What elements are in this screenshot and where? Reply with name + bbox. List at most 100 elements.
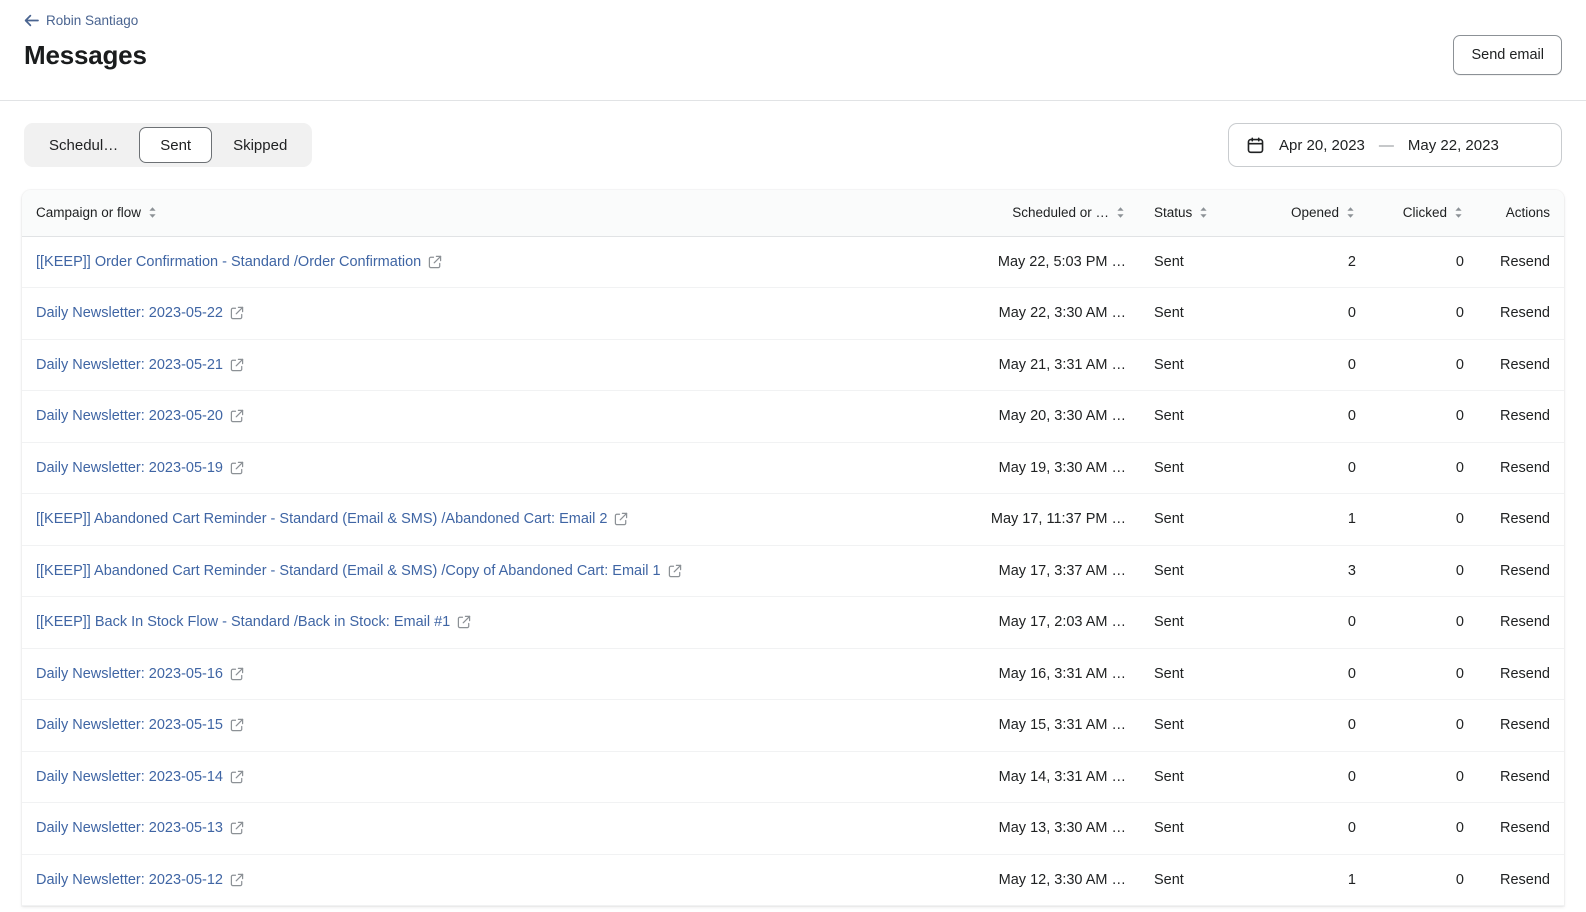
- column-header-scheduled[interactable]: Scheduled or …: [940, 190, 1140, 237]
- campaign-link[interactable]: [[KEEP]] Order Confirmation - Standard /…: [36, 254, 421, 270]
- resend-button[interactable]: Resend: [1500, 769, 1550, 785]
- resend-button[interactable]: Resend: [1500, 717, 1550, 733]
- column-header-scheduled-label: Scheduled or …: [1012, 205, 1109, 221]
- tab-scheduled[interactable]: Schedul…: [28, 127, 139, 163]
- resend-button[interactable]: Resend: [1500, 357, 1550, 373]
- table-row: [[KEEP]] Order Confirmation - Standard /…: [22, 236, 1564, 288]
- cell-clicked: 0: [1370, 596, 1478, 649]
- resend-button[interactable]: Resend: [1500, 820, 1550, 836]
- column-header-status[interactable]: Status: [1140, 190, 1260, 237]
- external-link-icon[interactable]: [230, 821, 244, 835]
- cell-opened: 0: [1260, 596, 1370, 649]
- cell-campaign: [[KEEP]] Back In Stock Flow - Standard /…: [22, 596, 940, 649]
- sort-chevrons-icon: [1453, 205, 1464, 220]
- external-link-icon[interactable]: [230, 358, 244, 372]
- external-link-icon[interactable]: [230, 461, 244, 475]
- external-link-icon[interactable]: [230, 718, 244, 732]
- resend-button[interactable]: Resend: [1500, 563, 1550, 579]
- cell-opened: 0: [1260, 390, 1370, 443]
- cell-scheduled: May 13, 3:30 AM …: [940, 802, 1140, 855]
- table-row: Daily Newsletter: 2023-05-19 May 19, 3:30…: [22, 442, 1564, 494]
- column-header-clicked[interactable]: Clicked: [1370, 190, 1478, 237]
- date-range-end: May 22, 2023: [1407, 136, 1499, 154]
- cell-actions: Resend: [1478, 596, 1564, 649]
- campaign-link[interactable]: Daily Newsletter: 2023-05-12: [36, 872, 223, 888]
- campaign-link[interactable]: [[KEEP]] Abandoned Cart Reminder - Stand…: [36, 511, 607, 527]
- cell-status: Sent: [1140, 236, 1260, 288]
- campaign-link[interactable]: Daily Newsletter: 2023-05-20: [36, 408, 223, 424]
- resend-button[interactable]: Resend: [1500, 254, 1550, 270]
- external-link-icon[interactable]: [457, 615, 471, 629]
- date-range-start: Apr 20, 2023: [1279, 136, 1365, 154]
- campaign-link[interactable]: [[KEEP]] Back In Stock Flow - Standard /…: [36, 614, 450, 630]
- resend-button[interactable]: Resend: [1500, 666, 1550, 682]
- resend-button[interactable]: Resend: [1500, 614, 1550, 630]
- resend-button[interactable]: Resend: [1500, 408, 1550, 424]
- cell-campaign: Daily Newsletter: 2023-05-16: [22, 648, 940, 700]
- external-link-icon[interactable]: [230, 667, 244, 681]
- sort-chevrons-icon: [1115, 205, 1126, 220]
- resend-button[interactable]: Resend: [1500, 460, 1550, 476]
- cell-campaign: [[KEEP]] Abandoned Cart Reminder - Stand…: [22, 545, 940, 597]
- external-link-icon[interactable]: [428, 255, 442, 269]
- cell-clicked: 0: [1370, 287, 1478, 340]
- table-row: Daily Newsletter: 2023-05-12 May 12, 3:30…: [22, 854, 1564, 906]
- column-header-clicked-label: Clicked: [1402, 205, 1447, 221]
- campaign-link[interactable]: Daily Newsletter: 2023-05-16: [36, 666, 223, 682]
- status-tab-group: Schedul… Sent Skipped: [24, 123, 313, 167]
- tab-skipped[interactable]: Skipped: [212, 127, 308, 163]
- table-row: Daily Newsletter: 2023-05-22 May 22, 3:30…: [22, 287, 1564, 340]
- cell-status: Sent: [1140, 596, 1260, 649]
- send-email-button[interactable]: Send email: [1453, 35, 1562, 75]
- resend-button[interactable]: Resend: [1500, 305, 1550, 321]
- table-row: Daily Newsletter: 2023-05-13 May 13, 3:30…: [22, 802, 1564, 855]
- cell-status: Sent: [1140, 751, 1260, 803]
- cell-scheduled: May 17, 11:37 PM …: [940, 493, 1140, 546]
- campaign-link[interactable]: Daily Newsletter: 2023-05-21: [36, 357, 223, 373]
- cell-opened: 3: [1260, 545, 1370, 597]
- resend-button[interactable]: Resend: [1500, 511, 1550, 527]
- cell-campaign: Daily Newsletter: 2023-05-20: [22, 390, 940, 443]
- external-link-icon[interactable]: [614, 512, 628, 526]
- cell-status: Sent: [1140, 442, 1260, 494]
- cell-scheduled: May 14, 3:31 AM …: [940, 751, 1140, 803]
- campaign-link[interactable]: Daily Newsletter: 2023-05-22: [36, 305, 223, 321]
- external-link-icon[interactable]: [230, 306, 244, 320]
- external-link-icon[interactable]: [668, 564, 682, 578]
- cell-campaign: Daily Newsletter: 2023-05-15: [22, 699, 940, 752]
- date-range-picker[interactable]: Apr 20, 2023 — May 22, 2023: [1228, 123, 1562, 167]
- resend-button[interactable]: Resend: [1500, 872, 1550, 888]
- cell-campaign: [[KEEP]] Abandoned Cart Reminder - Stand…: [22, 493, 940, 546]
- cell-campaign: Daily Newsletter: 2023-05-13: [22, 802, 940, 855]
- cell-opened: 0: [1260, 442, 1370, 494]
- external-link-icon[interactable]: [230, 873, 244, 887]
- column-header-opened[interactable]: Opened: [1260, 190, 1370, 237]
- table-row: Daily Newsletter: 2023-05-14 May 14, 3:31…: [22, 751, 1564, 803]
- tab-sent[interactable]: Sent: [139, 127, 213, 163]
- date-range-separator: —: [1378, 136, 1394, 154]
- cell-status: Sent: [1140, 339, 1260, 391]
- campaign-link[interactable]: Daily Newsletter: 2023-05-13: [36, 820, 223, 836]
- column-header-campaign[interactable]: Campaign or flow: [22, 190, 940, 237]
- table-row: Daily Newsletter: 2023-05-20 May 20, 3:30…: [22, 390, 1564, 443]
- cell-status: Sent: [1140, 699, 1260, 752]
- campaign-link[interactable]: Daily Newsletter: 2023-05-19: [36, 460, 223, 476]
- sort-chevrons-icon: [1345, 205, 1356, 220]
- campaign-link[interactable]: Daily Newsletter: 2023-05-14: [36, 769, 223, 785]
- campaign-link[interactable]: Daily Newsletter: 2023-05-15: [36, 717, 223, 733]
- cell-actions: Resend: [1478, 751, 1564, 803]
- table-row: Daily Newsletter: 2023-05-16 May 16, 3:31…: [22, 648, 1564, 700]
- cell-scheduled: May 19, 3:30 AM …: [940, 442, 1140, 494]
- external-link-icon[interactable]: [230, 770, 244, 784]
- cell-actions: Resend: [1478, 287, 1564, 340]
- cell-opened: 0: [1260, 287, 1370, 340]
- cell-actions: Resend: [1478, 236, 1564, 288]
- back-to-profile-link[interactable]: Robin Santiago: [24, 13, 138, 28]
- cell-scheduled: May 22, 5:03 PM …: [940, 236, 1140, 288]
- cell-opened: 0: [1260, 699, 1370, 752]
- arrow-left-icon: [24, 14, 39, 27]
- external-link-icon[interactable]: [230, 409, 244, 423]
- campaign-link[interactable]: [[KEEP]] Abandoned Cart Reminder - Stand…: [36, 563, 661, 579]
- cell-clicked: 0: [1370, 442, 1478, 494]
- cell-scheduled: May 22, 3:30 AM …: [940, 287, 1140, 340]
